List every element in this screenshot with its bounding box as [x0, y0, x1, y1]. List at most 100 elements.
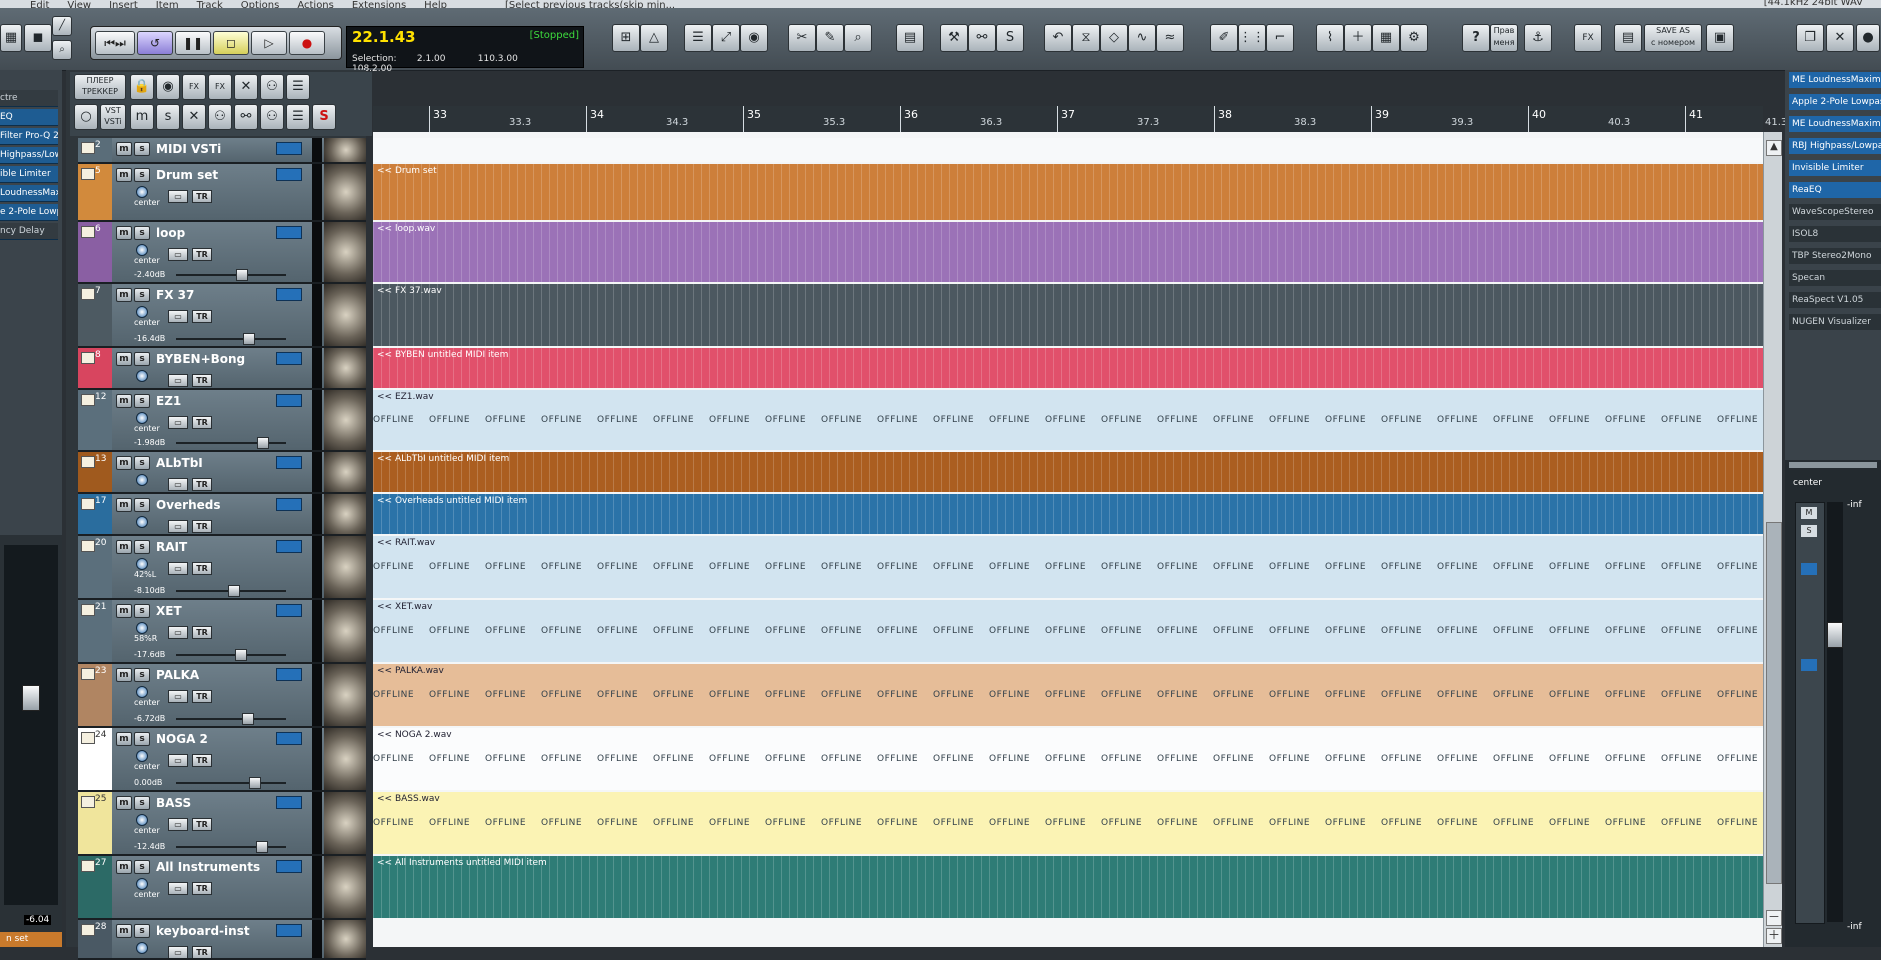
track-name[interactable]: Overheds — [156, 498, 221, 512]
media-item-label[interactable]: << Overheads untitled MIDI item — [377, 496, 527, 506]
marker-icon[interactable]: ✐ — [1210, 24, 1238, 52]
volume-slider-knob[interactable] — [249, 777, 261, 789]
right-fx-slot[interactable]: ISOL8 — [1789, 226, 1881, 242]
phase-button[interactable]: ▭ — [168, 190, 188, 203]
track-color-swatch[interactable]: 21 — [78, 600, 112, 662]
mute-button[interactable]: m — [116, 168, 132, 182]
volume-slider[interactable] — [176, 274, 286, 276]
track-name[interactable]: Drum set — [156, 168, 218, 182]
track-color-swatch[interactable]: 20 — [78, 536, 112, 598]
media-item-label[interactable]: << BYBEN untitled MIDI item — [377, 350, 508, 360]
sws-icon[interactable]: S — [996, 24, 1024, 52]
track-route-button[interactable]: TR — [192, 562, 212, 575]
record-button[interactable]: ● — [289, 31, 325, 55]
fx-button[interactable]: FX — [1574, 24, 1602, 52]
left-fx-slot[interactable]: ible Limiter — [0, 166, 58, 183]
right-pan-slider[interactable] — [1789, 462, 1877, 468]
track-header[interactable]: 25 m s BASS ▭ TR center -12.4dB — [78, 792, 366, 856]
phase-button[interactable]: ▭ — [168, 626, 188, 639]
volume-slider-knob[interactable] — [236, 269, 248, 281]
solo-all-icon[interactable]: S — [312, 104, 336, 130]
left-fx-slot[interactable]: ctre — [0, 90, 58, 107]
pan-knob[interactable] — [136, 306, 148, 318]
left-fx-slot[interactable]: LoudnessMaxi — [0, 185, 58, 202]
pan-knob[interactable] — [136, 814, 148, 826]
volume-slider[interactable] — [176, 782, 286, 784]
io-button[interactable] — [276, 288, 302, 301]
media-item-label[interactable]: << loop.wav — [377, 224, 435, 234]
track-name[interactable]: BASS — [156, 796, 191, 810]
waveform-icon[interactable]: ∿ — [1128, 24, 1156, 52]
mute-button[interactable]: m — [116, 498, 132, 512]
right-fader-track[interactable] — [1827, 502, 1843, 922]
track-route-button[interactable]: TR — [192, 310, 212, 323]
track-lane[interactable]: << RAIT.wav OFFLINE OFFLINE OFFLINE OFFLINE O… — [373, 536, 1763, 598]
io-button[interactable] — [276, 394, 302, 407]
selection-end[interactable]: 110.3.00 — [478, 54, 536, 64]
track-color-swatch[interactable]: 13 — [78, 452, 112, 492]
mute-button[interactable]: m — [116, 668, 132, 682]
track-color-swatch[interactable]: 25 — [78, 792, 112, 854]
pan-knob[interactable] — [136, 942, 148, 954]
solo-button[interactable]: s — [134, 456, 150, 470]
anchor-icon[interactable]: ⚓ — [1524, 24, 1552, 52]
right-send-button[interactable] — [1801, 659, 1817, 671]
stop-button[interactable]: ◻ — [213, 31, 249, 55]
scissors-icon[interactable]: ✂ — [788, 24, 816, 52]
track-name[interactable]: BYBEN+Bong — [156, 352, 245, 366]
mute-button[interactable]: m — [116, 924, 132, 938]
phase-button[interactable]: ▭ — [168, 416, 188, 429]
track-color-swatch[interactable]: 24 — [78, 728, 112, 790]
cross-tool-icon[interactable]: ✕ — [182, 104, 206, 130]
cross-icon[interactable]: ✕ — [234, 74, 258, 100]
folder-icon[interactable] — [81, 168, 95, 180]
track-route-button[interactable]: TR — [192, 882, 212, 895]
mute-button[interactable]: m — [116, 288, 132, 302]
pause-button[interactable]: ❚❚ — [175, 31, 211, 55]
track-route-button[interactable]: TR — [192, 754, 212, 767]
loop-button[interactable]: ↺ — [137, 31, 173, 55]
mute-button[interactable]: m — [116, 226, 132, 240]
mute-button[interactable]: m — [116, 604, 132, 618]
right-fx-slot[interactable]: RBJ Highpass/Lowpas — [1789, 138, 1881, 154]
track-lane[interactable]: << Drum set — [373, 164, 1763, 220]
track-lane[interactable]: << BYBEN untitled MIDI item — [373, 348, 1763, 388]
track-color-swatch[interactable]: 8 — [78, 348, 112, 388]
solo-button[interactable]: s — [134, 168, 150, 182]
record-mode-icon[interactable]: ◉ — [156, 74, 180, 100]
right-fx-slot[interactable]: Apple 2-Pole Lowpass — [1789, 94, 1881, 110]
solo-button[interactable]: s — [134, 142, 150, 156]
pan-knob[interactable] — [136, 622, 148, 634]
io-button[interactable] — [276, 168, 302, 181]
track-color-swatch[interactable]: 12 — [78, 390, 112, 450]
stack-icon[interactable]: ☰ — [286, 104, 310, 130]
pan-knob[interactable] — [136, 750, 148, 762]
phase-button[interactable]: ▭ — [168, 248, 188, 261]
fx-bypass-icon[interactable]: FX — [182, 74, 206, 100]
media-item-label[interactable]: << ALbTbI untitled MIDI item — [377, 454, 509, 464]
scroll-thumb[interactable] — [1766, 522, 1782, 884]
io-button[interactable] — [276, 860, 302, 873]
region-icon[interactable]: ⋮⋮ — [1238, 24, 1266, 52]
folder-icon[interactable] — [81, 288, 95, 300]
track-name[interactable]: ALbTbI — [156, 456, 203, 470]
track-name[interactable]: PALKA — [156, 668, 199, 682]
pan-knob[interactable] — [136, 558, 148, 570]
right-solo-button[interactable]: S — [1801, 525, 1817, 537]
solo-button[interactable]: s — [134, 796, 150, 810]
folder-icon[interactable] — [81, 142, 95, 154]
volume-slider[interactable] — [176, 846, 286, 848]
mute-button[interactable]: m — [116, 456, 132, 470]
color-icon[interactable]: ▦ — [0, 24, 22, 52]
pan-knob[interactable] — [136, 244, 148, 256]
left-fader-knob[interactable] — [22, 685, 40, 711]
settings-icon[interactable]: ⚙ — [1400, 24, 1428, 52]
grid-snap-icon[interactable]: ⊞ — [612, 24, 640, 52]
track-header[interactable]: 17 m s Overheds ▭ TR — [78, 494, 366, 536]
right-fader-knob[interactable] — [1827, 622, 1843, 648]
folder-icon[interactable] — [81, 860, 95, 872]
add-icon[interactable]: ＋ — [1344, 24, 1372, 52]
right-fx-slot[interactable]: WaveScopeStereo — [1789, 204, 1881, 220]
track-color-swatch[interactable]: 2 — [78, 138, 112, 162]
pan-knob[interactable] — [136, 474, 148, 486]
